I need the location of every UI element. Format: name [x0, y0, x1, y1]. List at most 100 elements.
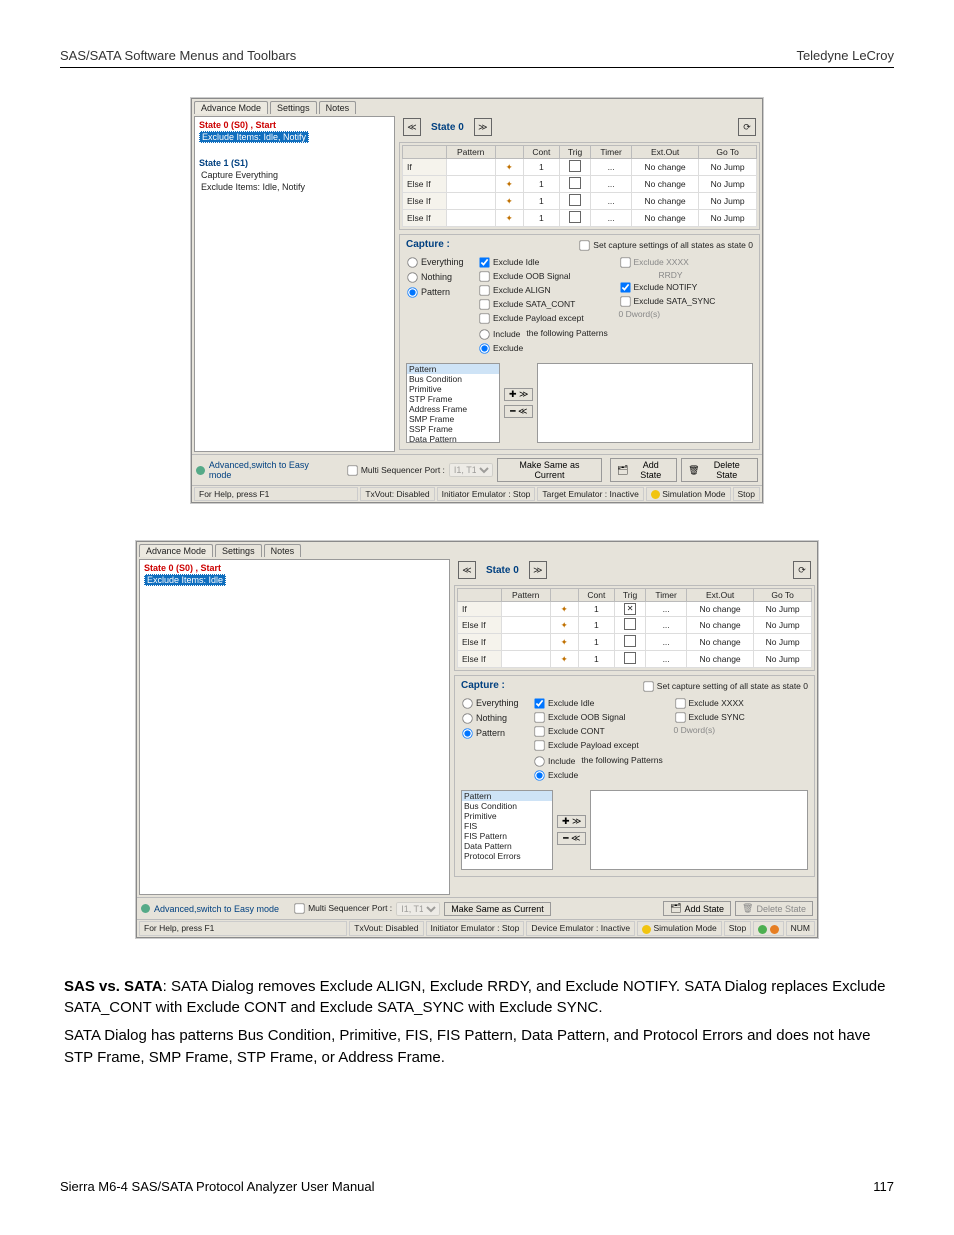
exclude-align-checkbox[interactable]: Exclude ALIGN — [478, 284, 613, 297]
cycle-icon[interactable]: ⟳ — [793, 561, 811, 579]
list-item[interactable]: SMP Frame — [407, 414, 499, 424]
capture-nothing-radio[interactable]: Nothing — [461, 712, 527, 725]
trig-checkbox[interactable] — [569, 160, 581, 172]
state-1-label[interactable]: State 1 (S1) — [197, 157, 392, 169]
list-item[interactable]: Protocol Errors — [462, 851, 552, 861]
available-patterns-list[interactable]: Pattern Bus Condition Primitive FIS FIS … — [461, 790, 553, 870]
tab-notes[interactable]: Notes — [264, 544, 302, 557]
tab-notes[interactable]: Notes — [319, 101, 357, 114]
list-item[interactable]: STP Frame — [407, 394, 499, 404]
selected-patterns-list[interactable] — [537, 363, 753, 443]
star-icon[interactable]: ✦ — [503, 212, 515, 224]
add-state-button[interactable]: 🗂Add State — [663, 901, 731, 916]
capture-nothing-radio[interactable]: Nothing — [406, 271, 472, 284]
next-state-button[interactable]: ≫ — [474, 118, 492, 136]
table-row[interactable]: Else If ✦ 1 ...No changeNo Jump — [458, 651, 812, 668]
list-item[interactable]: Data Pattern — [407, 434, 499, 443]
capture-pattern-radio[interactable]: Pattern — [406, 286, 472, 299]
trig-checkbox[interactable] — [624, 603, 636, 615]
star-icon[interactable]: ✦ — [503, 161, 515, 173]
delete-state-button[interactable]: 🗑Delete State — [681, 458, 758, 482]
exclude-idle-checkbox[interactable]: Exclude Idle — [478, 256, 613, 269]
available-patterns-list[interactable]: Pattern Bus Condition Primitive STP Fram… — [406, 363, 500, 443]
list-item[interactable]: FIS — [462, 821, 552, 831]
capture-everything-row[interactable]: Capture Everything — [199, 169, 392, 181]
star-icon[interactable]: ✦ — [558, 653, 570, 665]
list-item[interactable]: Bus Condition — [407, 374, 499, 384]
star-icon[interactable]: ✦ — [558, 636, 570, 648]
remove-pattern-button[interactable]: ━ ≪ — [557, 832, 586, 845]
trig-checkbox[interactable] — [624, 618, 636, 630]
star-icon[interactable]: ✦ — [558, 619, 570, 631]
list-item[interactable]: Address Frame — [407, 404, 499, 414]
capture-everything-radio[interactable]: Everything — [461, 697, 527, 710]
state-tree[interactable]: State 0 (S0) , Start Exclude Items: Idle — [139, 559, 450, 895]
switch-to-easy-link[interactable]: Advanced,switch to Easy mode — [209, 460, 332, 480]
add-pattern-button[interactable]: ✚ ≫ — [504, 388, 533, 401]
exclude-radio[interactable]: Exclude — [533, 769, 668, 782]
list-item[interactable]: Data Pattern — [462, 841, 552, 851]
table-row[interactable]: Else If ✦ 1 ...No changeNo Jump — [403, 193, 757, 210]
star-icon[interactable]: ✦ — [503, 178, 515, 190]
exclude-payload-checkbox[interactable]: Exclude Payload except — [533, 739, 668, 752]
make-same-button[interactable]: Make Same as Current — [444, 902, 551, 916]
switch-to-easy-link[interactable]: Advanced,switch to Easy mode — [154, 904, 279, 914]
table-row[interactable]: Else If ✦ 1 ...No changeNo Jump — [403, 210, 757, 227]
list-item[interactable]: Primitive — [462, 811, 552, 821]
add-state-button[interactable]: 🗂Add State — [610, 458, 677, 482]
selected-patterns-list[interactable] — [590, 790, 808, 870]
capture-pattern-radio[interactable]: Pattern — [461, 727, 527, 740]
trig-checkbox[interactable] — [624, 652, 636, 664]
add-pattern-button[interactable]: ✚ ≫ — [557, 815, 586, 828]
table-row[interactable]: Else If ✦ 1 ...No changeNo Jump — [403, 176, 757, 193]
trig-checkbox[interactable] — [624, 635, 636, 647]
state-0-label[interactable]: State 0 (S0) , Start — [197, 119, 392, 131]
exclude-xxxx-checkbox[interactable]: Exclude XXXX — [674, 697, 809, 710]
tab-advance-mode[interactable]: Advance Mode — [194, 101, 268, 114]
exclude-sata-sync-checkbox[interactable]: Exclude SATA_SYNC — [619, 295, 754, 308]
remove-pattern-button[interactable]: ━ ≪ — [504, 405, 533, 418]
list-item[interactable]: Bus Condition — [462, 801, 552, 811]
trig-checkbox[interactable] — [569, 194, 581, 206]
trig-checkbox[interactable] — [569, 211, 581, 223]
trig-checkbox[interactable] — [569, 177, 581, 189]
set-capture-all-checkbox[interactable]: Set capture setting of all state as stat… — [642, 680, 808, 693]
exclude-sync-checkbox[interactable]: Exclude SYNC — [674, 711, 809, 724]
dwords-field[interactable]: 0 Dword(s) — [619, 309, 754, 319]
exclude-items-row-2[interactable]: Exclude Items: Idle, Notify — [199, 181, 392, 193]
tab-advance-mode[interactable]: Advance Mode — [139, 544, 213, 557]
prev-state-button[interactable]: ≪ — [458, 561, 476, 579]
tab-settings[interactable]: Settings — [215, 544, 262, 557]
delete-state-button[interactable]: 🗑Delete State — [735, 901, 813, 916]
make-same-button[interactable]: Make Same as Current — [497, 458, 602, 482]
next-state-button[interactable]: ≫ — [529, 561, 547, 579]
capture-everything-radio[interactable]: Everything — [406, 256, 472, 269]
star-icon[interactable]: ✦ — [503, 195, 515, 207]
exclude-payload-checkbox[interactable]: Exclude Payload except — [478, 312, 613, 325]
port-select[interactable]: I1, T1 — [449, 463, 493, 477]
exclude-oob-checkbox[interactable]: Exclude OOB Signal — [533, 711, 668, 724]
table-row[interactable]: If ✦ 1 ... No change No Jump — [403, 159, 757, 176]
state-tree[interactable]: State 0 (S0) , Start Exclude Items: Idle… — [194, 116, 395, 452]
exclude-cont-checkbox[interactable]: Exclude CONT — [533, 725, 668, 738]
exclude-notify-checkbox[interactable]: Exclude NOTIFY — [619, 281, 754, 294]
list-item[interactable]: Pattern — [462, 791, 552, 801]
exclude-sata-cont-checkbox[interactable]: Exclude SATA_CONT — [478, 298, 613, 311]
exclude-items-row[interactable]: Exclude Items: Idle — [142, 574, 447, 586]
table-row[interactable]: If ✦ 1 ...No changeNo Jump — [458, 602, 812, 617]
table-row[interactable]: Else If ✦ 1 ...No changeNo Jump — [458, 634, 812, 651]
exclude-radio[interactable]: Exclude — [478, 342, 613, 355]
include-radio[interactable]: Include — [533, 755, 575, 768]
table-row[interactable]: Else If ✦ 1 ...No changeNo Jump — [458, 617, 812, 634]
prev-state-button[interactable]: ≪ — [403, 118, 421, 136]
exclude-xxxx-checkbox[interactable]: Exclude XXXX — [619, 256, 754, 269]
tab-settings[interactable]: Settings — [270, 101, 317, 114]
exclude-idle-checkbox[interactable]: Exclude Idle — [533, 697, 668, 710]
cycle-icon[interactable]: ⟳ — [738, 118, 756, 136]
include-radio[interactable]: Include — [478, 328, 520, 341]
multi-sequencer-checkbox[interactable]: Multi Sequencer Port : — [293, 902, 392, 915]
list-item[interactable]: Pattern — [407, 364, 499, 374]
port-select[interactable]: I1, T1 — [396, 902, 440, 916]
star-icon[interactable]: ✦ — [558, 603, 570, 615]
list-item[interactable]: SSP Frame — [407, 424, 499, 434]
